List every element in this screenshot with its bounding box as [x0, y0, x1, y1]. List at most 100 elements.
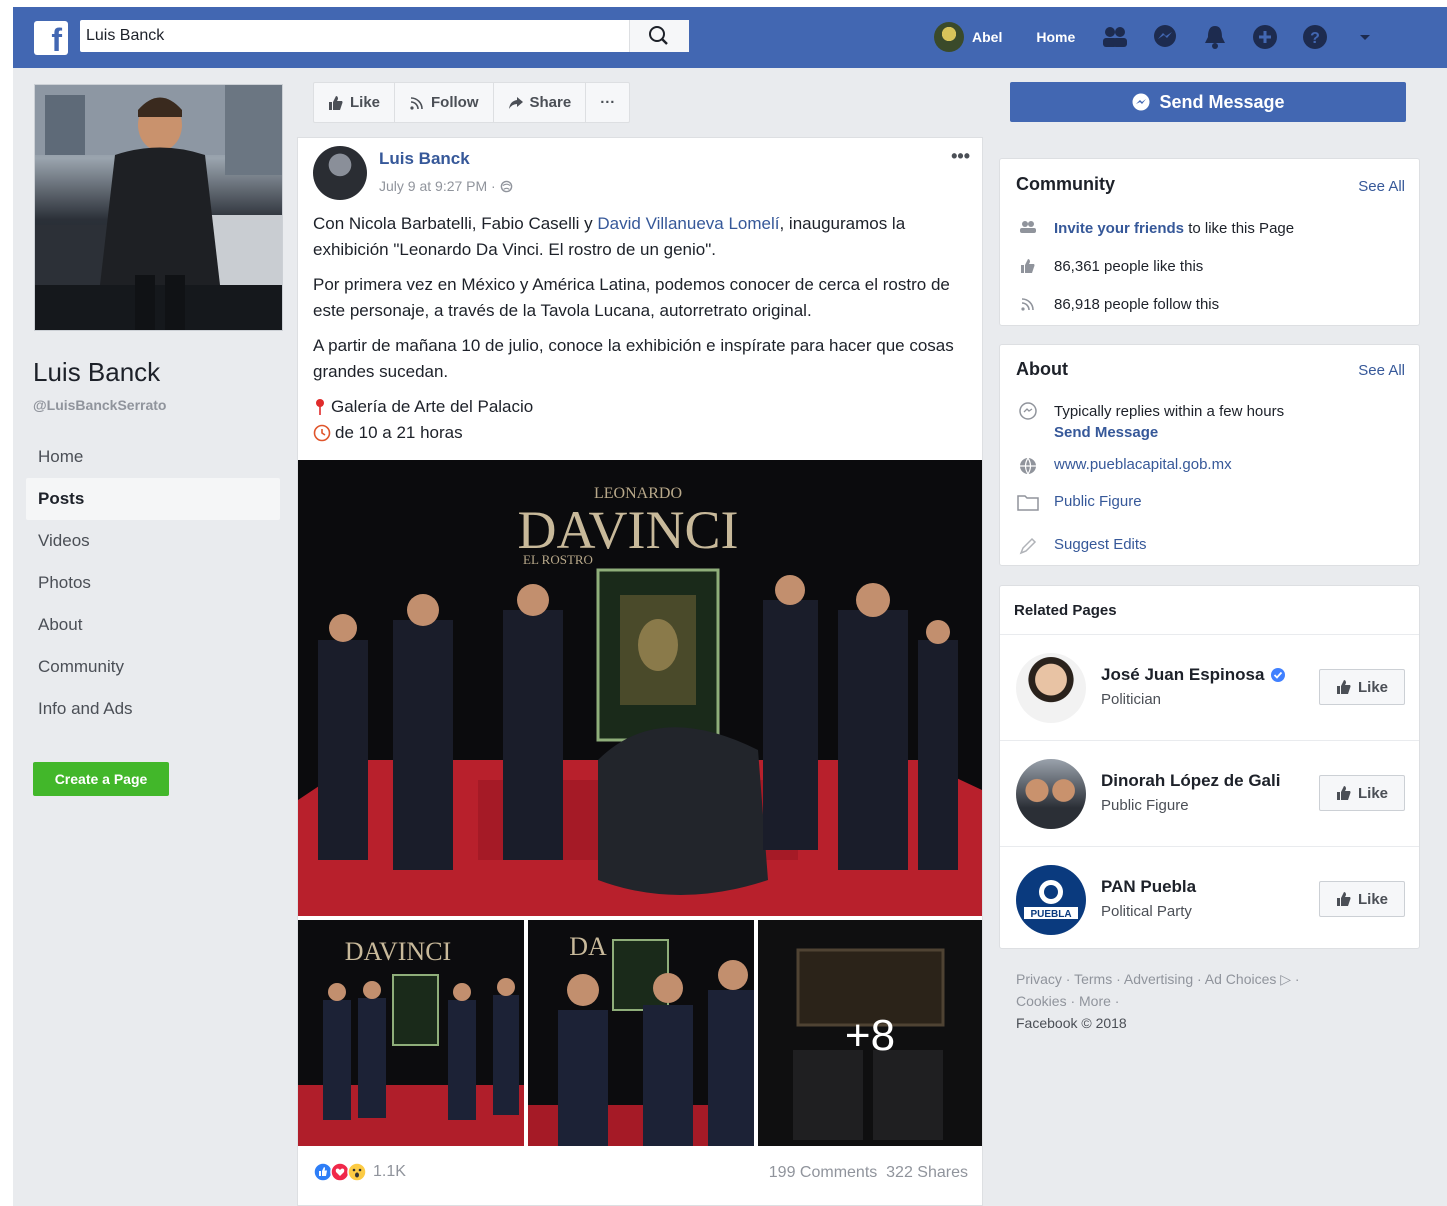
profile-picture[interactable]	[34, 84, 283, 331]
community-likes-count: 86,361 people like this	[1054, 258, 1204, 275]
suggest-edits-link[interactable]: Suggest Edits	[1054, 536, 1147, 553]
globe-icon	[500, 180, 512, 193]
engagement-counts: 199 Comments 322 Shares	[769, 1164, 968, 1182]
create-page-button[interactable]: Create a Page	[33, 762, 169, 796]
help-icon[interactable]: ?	[1301, 23, 1329, 51]
related-page-like-button[interactable]: Like	[1319, 881, 1405, 917]
leftnav-item-videos[interactable]: Videos	[26, 520, 280, 562]
shares-count[interactable]: 322 Shares	[886, 1164, 968, 1181]
search-input[interactable]: Luis Banck	[80, 20, 689, 52]
invite-friends-text: to like this Page	[1184, 220, 1295, 237]
related-page-item: José Juan Espinosa Politician Like	[1000, 634, 1419, 739]
share-page-button[interactable]: Share	[494, 83, 587, 122]
related-page-avatar[interactable]	[1016, 653, 1086, 723]
verified-badge-icon	[1271, 668, 1286, 682]
page-action-bar: Like Follow Share ···	[313, 82, 631, 123]
footer-links-line-2[interactable]: Cookies · More ·	[1016, 990, 1376, 1012]
reactions-summary[interactable]: 1.1K	[313, 1162, 406, 1182]
post-p1-text-a: Con Nicola Barbatelli, Fabio Caselli y	[313, 214, 598, 233]
messenger-icon[interactable]	[1151, 23, 1179, 51]
related-page-name-text: Dinorah López de Gali	[1101, 771, 1281, 790]
leftnav-item-community[interactable]: Community	[26, 646, 280, 688]
rss-follow-icon	[1016, 296, 1040, 316]
thumbs-up-icon	[1336, 786, 1351, 800]
create-icon[interactable]	[1251, 23, 1279, 51]
community-see-all-link[interactable]: See All	[1358, 178, 1405, 195]
thumbs-up-icon	[1336, 680, 1351, 694]
related-page-like-button[interactable]: Like	[1319, 775, 1405, 811]
post-thumbnail-2[interactable]: DA	[528, 920, 754, 1146]
post-paragraph-1: Con Nicola Barbatelli, Fabio Caselli y D…	[313, 211, 973, 263]
about-replies-row: Typically replies within a few hours Send…	[1016, 401, 1284, 443]
about-suggest-row: Suggest Edits	[1016, 536, 1147, 560]
related-page-avatar[interactable]	[1016, 759, 1086, 829]
related-page-name[interactable]: José Juan Espinosa	[1101, 665, 1286, 685]
post-author-avatar[interactable]	[313, 146, 367, 200]
post-thumbnail-more[interactable]: +8	[758, 920, 982, 1146]
post-main-photo[interactable]: LEONARDO DAVINCI EL ROSTRO	[298, 460, 982, 916]
related-page-item: Dinorah López de Gali Public Figure Like	[1000, 740, 1419, 845]
post-timestamp[interactable]: July 9 at 9:27 PM ·	[379, 178, 513, 194]
related-page-name[interactable]: Dinorah López de Gali	[1101, 771, 1280, 791]
tagged-person-link[interactable]: David Villanueva Lomelí	[597, 214, 779, 233]
post-paragraph-2: Por primera vez en México y América Lati…	[313, 275, 950, 320]
footer-links: Privacy · Terms · Advertising · Ad Choic…	[1016, 968, 1376, 1034]
post-body: Con Nicola Barbatelli, Fabio Caselli y D…	[313, 211, 973, 446]
footer-links-line-1[interactable]: Privacy · Terms · Advertising · Ad Choic…	[1016, 968, 1376, 990]
about-send-message-link[interactable]: Send Message	[1054, 424, 1158, 441]
photo-caption-sub: EL ROSTRO	[523, 552, 593, 567]
invite-friends-link[interactable]: Invite your friends	[1054, 220, 1184, 237]
nav-user-name[interactable]: Abel	[972, 29, 1002, 45]
post-author-name[interactable]: Luis Banck	[379, 149, 470, 169]
nav-home-link[interactable]: Home	[1036, 29, 1075, 45]
post-time-text: July 9 at 9:27 PM ·	[379, 178, 500, 194]
community-title: Community	[1016, 174, 1115, 194]
follow-page-button[interactable]: Follow	[395, 83, 494, 122]
share-arrow-icon	[508, 96, 523, 109]
post-hours: de 10 a 21 horas	[335, 423, 463, 442]
leftnav-item-photos[interactable]: Photos	[26, 562, 280, 604]
related-page-avatar[interactable]: PUEBLA	[1016, 865, 1086, 935]
leftnav-item-home[interactable]: Home	[26, 436, 280, 478]
related-page-name-text: José Juan Espinosa	[1101, 665, 1265, 684]
about-see-all-link[interactable]: See All	[1358, 362, 1405, 379]
friends-icon[interactable]	[1101, 23, 1129, 51]
related-page-category: Politician	[1101, 691, 1162, 708]
search-button[interactable]	[629, 20, 689, 52]
related-page-category: Public Figure	[1101, 797, 1189, 814]
comments-count[interactable]: 199 Comments	[769, 1164, 878, 1181]
follow-page-label: Follow	[431, 94, 479, 111]
about-replies-text: Typically replies within a few hours	[1054, 403, 1285, 420]
post-thumbnail-grid: DAVINCI DA +8	[298, 920, 982, 1146]
post-options-button[interactable]: •••	[951, 146, 970, 167]
post-thumbnail-1[interactable]: DAVINCI	[298, 920, 524, 1146]
leftnav-item-info-and-ads[interactable]: Info and Ads	[26, 688, 280, 730]
chevron-down-icon[interactable]	[1351, 23, 1379, 51]
community-invite-row: Invite your friends to like this Page	[1016, 220, 1294, 238]
related-page-name[interactable]: PAN Puebla	[1101, 877, 1196, 897]
facebook-logo-icon[interactable]: f	[34, 21, 68, 55]
about-category-row: Public Figure	[1016, 493, 1142, 515]
wow-reaction-icon	[347, 1162, 367, 1182]
about-website-row: www.pueblacapital.gob.mx	[1016, 456, 1232, 480]
send-message-button[interactable]: Send Message	[1010, 82, 1406, 122]
about-website-link[interactable]: www.pueblacapital.gob.mx	[1054, 456, 1232, 473]
leftnav-item-posts[interactable]: Posts	[26, 478, 280, 520]
like-page-label: Like	[350, 94, 381, 111]
about-category-link[interactable]: Public Figure	[1054, 493, 1142, 510]
user-avatar[interactable]	[934, 22, 964, 52]
left-navigation: Home Posts Videos Photos About Community…	[26, 436, 280, 730]
community-follows-count: 86,918 people follow this	[1054, 296, 1220, 313]
post-hours-line: de 10 a 21 horas	[313, 420, 973, 446]
svg-text:?: ?	[1310, 30, 1320, 47]
nav-right-group: Abel Home ?	[934, 21, 1401, 53]
related-page-like-button[interactable]: Like	[1319, 669, 1405, 705]
page-handle[interactable]: @LuisBanckSerrato	[33, 397, 166, 413]
notifications-icon[interactable]	[1201, 23, 1229, 51]
more-options-button[interactable]: ···	[586, 83, 629, 122]
leftnav-item-about[interactable]: About	[26, 604, 280, 646]
like-page-button[interactable]: Like	[314, 83, 396, 122]
photo-caption-main: DAVINCI	[517, 500, 738, 560]
top-navigation-bar: f Luis Banck Abel Home ?	[13, 7, 1447, 68]
invite-friends-icon	[1016, 220, 1040, 238]
